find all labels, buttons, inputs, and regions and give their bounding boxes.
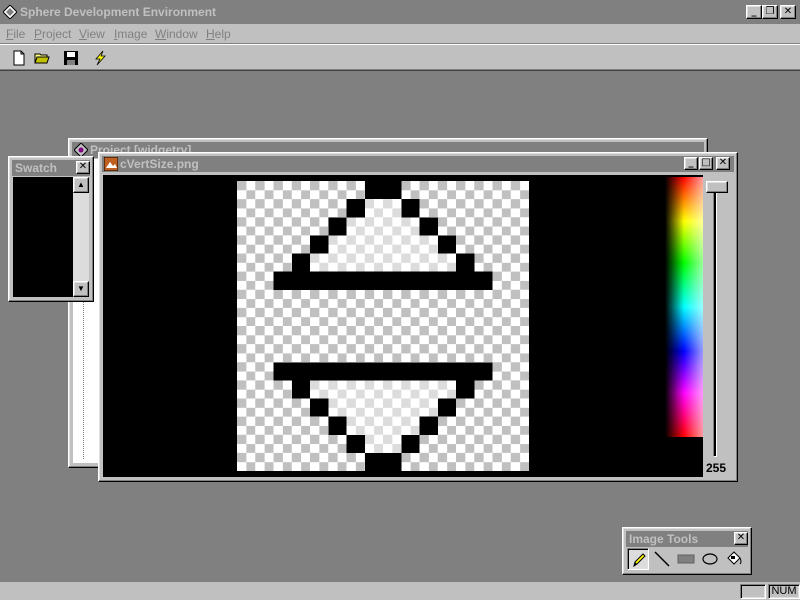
- swatch-title: Swatch: [15, 161, 58, 175]
- new-file-icon: [13, 50, 25, 66]
- rectangle-icon: [677, 554, 695, 564]
- pencil-icon: [633, 553, 646, 568]
- image-editor-area[interactable]: 255: [103, 175, 735, 477]
- swatch-window[interactable]: Swatch ✕ ▲ ▼: [8, 156, 94, 302]
- app-diamond-icon: [3, 5, 17, 19]
- image-window[interactable]: cVertSize.png _ □ ✕ 255: [98, 152, 738, 482]
- open-button[interactable]: [31, 47, 53, 69]
- image-tools-titlebar[interactable]: Image Tools ✕: [626, 531, 748, 547]
- save-button[interactable]: [60, 47, 82, 69]
- image-tools-window[interactable]: Image Tools ✕: [622, 527, 752, 575]
- menu-file[interactable]: File: [6, 27, 25, 41]
- close-button[interactable]: ✕: [780, 5, 796, 19]
- fill-tool-button[interactable]: [723, 548, 745, 570]
- lightning-icon: [95, 50, 106, 66]
- menu-view[interactable]: View: [79, 27, 105, 41]
- toolbar: [0, 44, 800, 70]
- scroll-down-arrow-icon[interactable]: ▼: [73, 281, 89, 297]
- image-titlebar[interactable]: cVertSize.png _ □ ✕: [102, 156, 734, 172]
- scroll-up-arrow-icon[interactable]: ▲: [73, 177, 89, 193]
- minimize-button[interactable]: _: [746, 5, 762, 19]
- open-folder-icon: [34, 53, 50, 64]
- color-palette[interactable]: [665, 177, 703, 437]
- image-tools-close-button[interactable]: ✕: [734, 532, 748, 545]
- menu-window[interactable]: Window: [155, 27, 198, 41]
- new-file-button[interactable]: [8, 47, 30, 69]
- alpha-slider[interactable]: 255: [703, 175, 735, 477]
- line-tool-button[interactable]: [651, 548, 673, 570]
- alpha-slider-thumb[interactable]: [706, 181, 728, 193]
- alpha-value: 255: [706, 461, 727, 475]
- swatch-scrollbar[interactable]: ▲ ▼: [73, 177, 89, 297]
- swatch-close-button[interactable]: ✕: [76, 161, 90, 174]
- menubar: File Project View Image Window Help: [0, 24, 800, 44]
- image-title: cVertSize.png: [120, 157, 199, 171]
- run-button[interactable]: [89, 47, 111, 69]
- image-tools-title: Image Tools: [629, 532, 699, 546]
- ellipse-tool-button[interactable]: [699, 548, 721, 570]
- swatch-titlebar[interactable]: Swatch ✕: [12, 160, 90, 176]
- app-title: Sphere Development Environment: [20, 5, 217, 19]
- image-canvas[interactable]: [237, 181, 529, 471]
- project-icon: [74, 143, 88, 157]
- menu-project[interactable]: Project: [34, 27, 71, 41]
- restore-button[interactable]: ❐: [762, 5, 778, 19]
- app-titlebar[interactable]: Sphere Development Environment _ ❐ ✕: [0, 0, 800, 24]
- image-file-icon: [104, 157, 118, 171]
- status-pane: [740, 584, 766, 599]
- statusbar: NUM: [0, 582, 800, 600]
- line-icon: [654, 551, 670, 567]
- fill-bucket-icon: [727, 551, 742, 565]
- ellipse-icon: [702, 553, 718, 565]
- image-minimize-button[interactable]: _: [684, 157, 698, 170]
- rectangle-tool-button[interactable]: [675, 548, 697, 570]
- image-maximize-button[interactable]: □: [699, 157, 713, 170]
- save-disk-icon: [64, 51, 78, 65]
- menu-help[interactable]: Help: [206, 27, 231, 41]
- image-close-button[interactable]: ✕: [716, 157, 730, 170]
- status-num-indicator: NUM: [768, 584, 800, 599]
- menu-image[interactable]: Image: [114, 27, 147, 41]
- alpha-slider-track[interactable]: [713, 187, 717, 457]
- pencil-tool-button[interactable]: [627, 548, 649, 570]
